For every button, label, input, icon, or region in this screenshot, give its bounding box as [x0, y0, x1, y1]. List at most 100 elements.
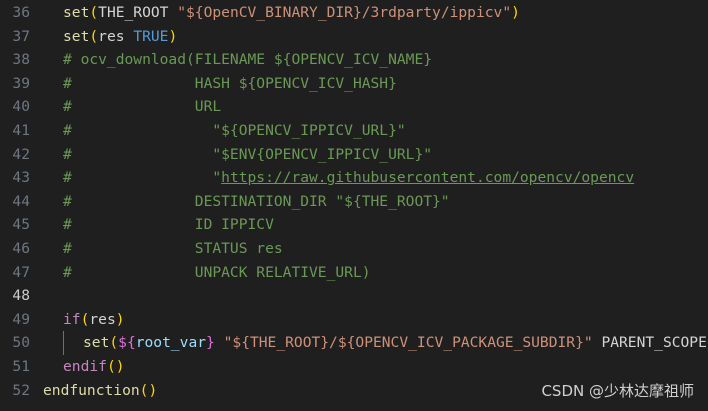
- line-code: # ID IPPICV: [43, 213, 274, 237]
- code-token: PARENT_SCOPE: [592, 334, 707, 352]
- code-token: (): [106, 358, 125, 375]
- line-number: 45: [12, 216, 30, 234]
- line-code: endfunction(): [43, 379, 157, 403]
- line-code: # UNPACK RELATIVE_URL): [43, 261, 371, 285]
- line-code: # URL: [43, 95, 221, 119]
- code-line[interactable]: 49 if(res): [0, 308, 708, 332]
- line-number: 46: [12, 240, 30, 257]
- indent-guide: [43, 166, 63, 190]
- indent-guide: [43, 95, 63, 119]
- code-line[interactable]: 38 # ocv_download(FILENAME ${OPENCV_ICV_N…: [0, 48, 708, 72]
- code-token: ${: [118, 334, 136, 352]
- line-number: 49: [12, 310, 30, 328]
- code-token: # ": [63, 169, 222, 187]
- code-token: TRUE: [133, 27, 169, 45]
- indent-guide: [43, 143, 63, 167]
- code-token: res: [89, 310, 116, 328]
- indent-guide: [43, 48, 63, 72]
- line-number: 47: [12, 263, 30, 281]
- indent-guide: [43, 331, 63, 355]
- code-token: # STATUS res: [63, 240, 283, 257]
- line-code: if(res): [43, 308, 125, 332]
- line-code: [43, 284, 63, 308]
- line-code: # "$ENV{OPENCV_IPPICV_URL}": [43, 143, 432, 167]
- indent-guide: [43, 213, 63, 237]
- code-token: ): [168, 27, 178, 45]
- code-token: # ID IPPICV: [63, 216, 274, 234]
- code-token: if: [63, 310, 81, 328]
- line-code: # HASH ${OPENCV_ICV_HASH}: [43, 72, 397, 96]
- indent-guide: [43, 25, 63, 49]
- line-number: 48: [12, 287, 30, 305]
- line-code: set(THE_ROOT "${OpenCV_BINARY_DIR}/3rdpa…: [43, 1, 520, 25]
- indent-guide: [63, 331, 83, 355]
- code-line[interactable]: 50 set(${root_var} "${THE_ROOT}/${OPENCV_…: [0, 331, 708, 355]
- url-link[interactable]: https://raw.githubusercontent.com/opencv…: [221, 169, 634, 186]
- code-line[interactable]: 51 endif(): [0, 355, 708, 379]
- line-number: 52: [12, 381, 30, 399]
- line-number: 51: [12, 358, 30, 375]
- indent-guide: [43, 308, 63, 332]
- indent-guide: [43, 284, 63, 308]
- line-number: 50: [12, 334, 30, 352]
- code-token: res: [98, 27, 134, 45]
- code-token: # "${OPENCV_IPPICV_URL}": [63, 122, 406, 139]
- code-line[interactable]: 43 # "https://raw.githubusercontent.com/o…: [0, 166, 708, 190]
- code-line[interactable]: 42 # "$ENV{OPENCV_IPPICV_URL}": [0, 143, 708, 167]
- indent-guide: [43, 1, 63, 25]
- code-line[interactable]: 41 # "${OPENCV_IPPICV_URL}": [0, 119, 708, 143]
- code-token: (: [89, 4, 99, 21]
- code-line[interactable]: 46 # STATUS res: [0, 237, 708, 261]
- code-token: root_var: [135, 334, 207, 352]
- line-code: # ocv_download(FILENAME ${OPENCV_ICV_NAM…: [43, 48, 432, 72]
- line-number: 40: [12, 98, 30, 116]
- code-token: (): [139, 381, 158, 399]
- line-number: 38: [12, 51, 30, 69]
- code-token: # ocv_download(FILENAME ${OPENCV_ICV_NAM…: [63, 51, 433, 69]
- code-line[interactable]: 52 endfunction(): [0, 379, 708, 403]
- indent-guide: [43, 72, 63, 96]
- code-line[interactable]: 44 # DESTINATION_DIR "${THE_ROOT}": [0, 190, 708, 214]
- code-token: (: [109, 334, 119, 352]
- line-number: 44: [12, 192, 30, 210]
- code-token: # URL: [63, 98, 222, 116]
- code-line[interactable]: 40 # URL: [0, 95, 708, 119]
- code-line[interactable]: 47 # UNPACK RELATIVE_URL): [0, 261, 708, 285]
- code-token: endfunction: [43, 381, 140, 399]
- line-number: 42: [12, 145, 30, 163]
- code-editor[interactable]: CSDN @少林达摩祖师 36 set(THE_ROOT "${OpenCV_BI…: [0, 0, 708, 411]
- line-number: 36: [12, 4, 30, 21]
- code-token: ): [511, 4, 520, 21]
- line-code: set(${root_var} "${THE_ROOT}/${OPENCV_IC…: [43, 331, 707, 355]
- code-line[interactable]: 45 # ID IPPICV: [0, 213, 708, 237]
- code-line[interactable]: 48: [0, 284, 708, 308]
- code-line[interactable]: 36 set(THE_ROOT "${OpenCV_BINARY_DIR}/3rd…: [0, 1, 708, 25]
- line-code: # "https://raw.githubusercontent.com/ope…: [43, 166, 634, 190]
- code-token: # "$ENV{OPENCV_IPPICV_URL}": [63, 145, 433, 163]
- code-token: # UNPACK RELATIVE_URL): [63, 263, 371, 281]
- code-token: set: [63, 27, 90, 45]
- line-number: 39: [12, 74, 30, 92]
- code-token: set: [63, 4, 90, 21]
- indent-guide: [43, 237, 63, 261]
- indent-guide: [43, 355, 63, 379]
- code-token: THE_ROOT: [98, 4, 178, 21]
- code-token: # HASH ${OPENCV_ICV_HASH}: [63, 74, 397, 92]
- line-number: 41: [12, 122, 30, 139]
- code-token: set: [83, 334, 110, 352]
- line-code: # DESTINATION_DIR "${THE_ROOT}": [43, 190, 450, 214]
- code-token: "${OpenCV_BINARY_DIR}/3rdparty/ippicv": [177, 4, 512, 21]
- code-token: "${THE_ROOT}/${OPENCV_ICV_PACKAGE_SUBDIR…: [223, 334, 593, 352]
- code-token: endif: [63, 358, 107, 375]
- code-token: }: [206, 334, 215, 352]
- line-code: set(res TRUE): [43, 25, 177, 49]
- code-line[interactable]: 39 # HASH ${OPENCV_ICV_HASH}: [0, 72, 708, 96]
- indent-guide: [43, 261, 63, 285]
- indent-guide: [43, 119, 63, 143]
- line-code: # "${OPENCV_IPPICV_URL}": [43, 119, 406, 143]
- indent-guide: [43, 190, 63, 214]
- code-token: # DESTINATION_DIR "${THE_ROOT}": [63, 192, 450, 210]
- line-number: 43: [12, 169, 30, 187]
- code-line[interactable]: 37 set(res TRUE): [0, 25, 708, 49]
